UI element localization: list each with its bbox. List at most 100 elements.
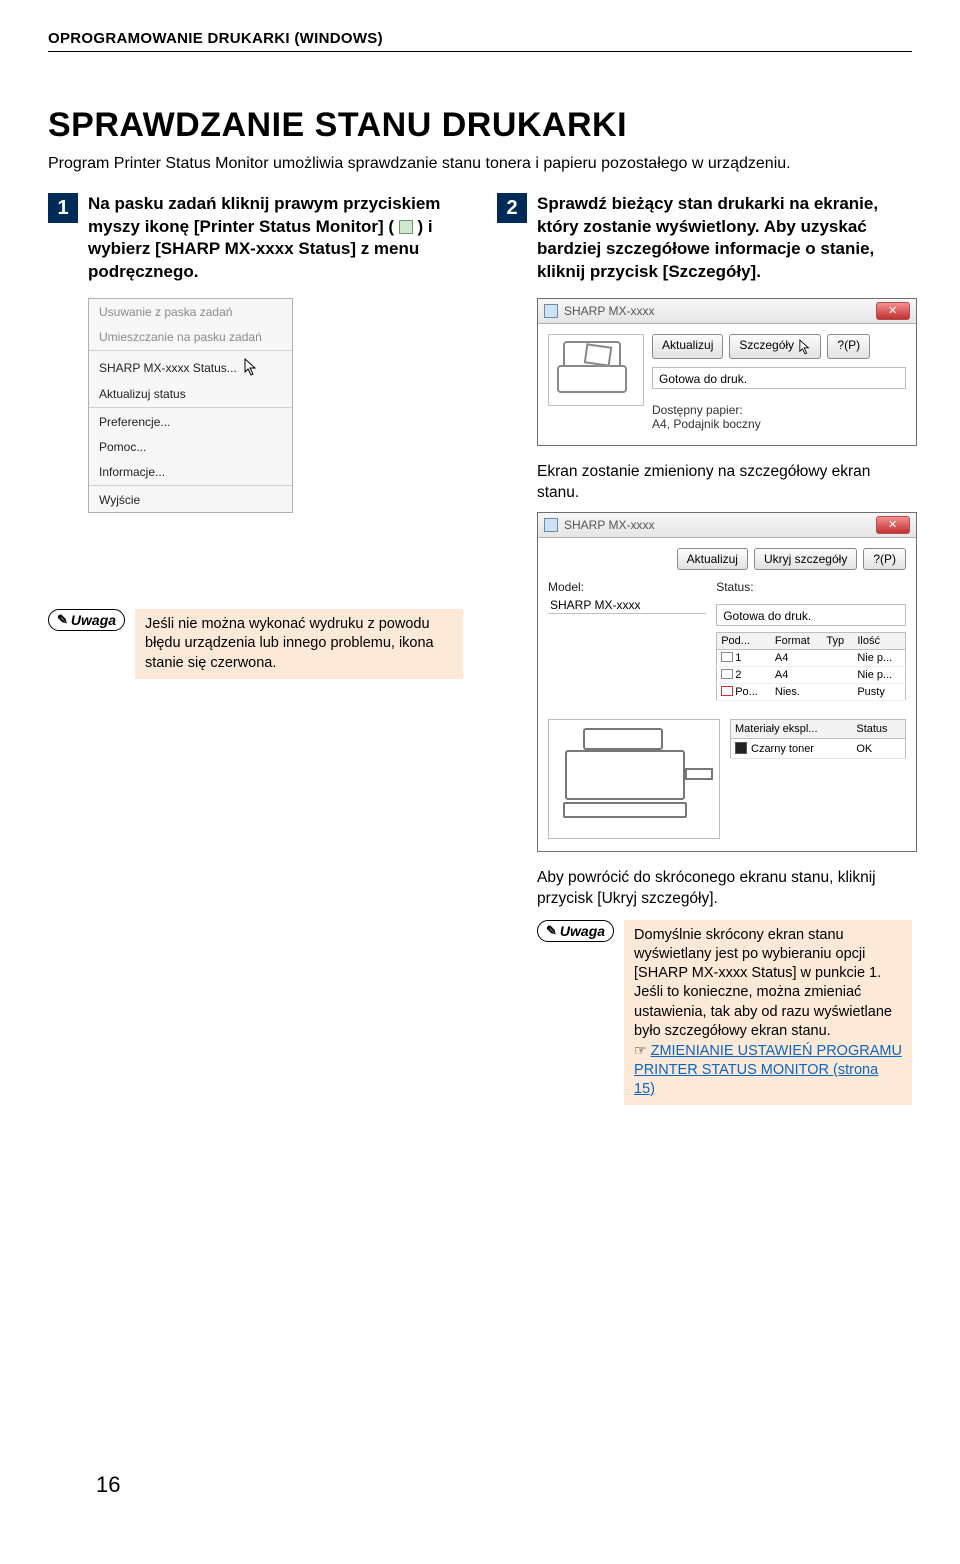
step-1-text: Na pasku zadań kliknij prawym przyciskie… <box>88 193 463 285</box>
cursor-icon <box>244 358 258 376</box>
cell: Czarny toner <box>751 743 814 755</box>
ctx-item[interactable]: Aktualizuj status <box>89 381 292 406</box>
note-1: ✎ Uwaga Jeśli nie można wykonać wydruku … <box>48 609 463 678</box>
help-button[interactable]: ?(P) <box>863 548 906 570</box>
toner-icon <box>735 742 747 754</box>
th-tray: Pod... <box>717 633 771 650</box>
cell <box>822 684 853 701</box>
step-2-number: 2 <box>497 193 527 223</box>
note-label: ✎ Uwaga <box>537 920 614 942</box>
cell: Po... <box>735 686 758 698</box>
cell: A4 <box>771 650 823 667</box>
note-label: ✎ Uwaga <box>48 609 125 631</box>
tray-icon <box>721 652 733 662</box>
menu-separator <box>89 485 292 486</box>
step-1-before: Na pasku zadań kliknij prawym przyciskie… <box>88 194 440 236</box>
cell: 2 <box>735 669 741 681</box>
pencil-icon: ✎ <box>546 923 557 939</box>
note-2-body: Domyślnie skrócony ekran stanu wyświetla… <box>624 920 912 1105</box>
ctx-item[interactable]: Wyjście <box>89 487 292 512</box>
window-icon <box>544 518 558 532</box>
ctx-item-selected[interactable]: SHARP MX-xxxx Status... <box>89 352 292 381</box>
close-icon[interactable] <box>876 516 910 534</box>
step-1-number: 1 <box>48 193 78 223</box>
status-window-small: SHARP MX-xxxx Aktualizuj Szczegóły <box>537 298 917 446</box>
note-1-body: Jeśli nie można wykonać wydruku z powodu… <box>135 609 463 678</box>
ctx-item[interactable]: Umieszczanie na pasku zadań <box>89 324 292 349</box>
tray-open-icon <box>721 686 733 696</box>
window-titlebar: SHARP MX-xxxx <box>538 299 916 324</box>
window-title-text: SHARP MX-xxxx <box>564 304 870 318</box>
intro-text: Program Printer Status Monitor umożliwia… <box>48 153 912 175</box>
printer-diagram-icon <box>548 719 720 839</box>
note-label-text: Uwaga <box>71 612 116 628</box>
ctx-item[interactable]: Pomoc... <box>89 434 292 459</box>
tray-row: 1 A4 Nie p... <box>717 650 906 667</box>
pencil-icon: ✎ <box>57 612 68 628</box>
menu-separator <box>89 407 292 408</box>
printer-status-tray-icon <box>399 220 413 234</box>
paper-value: A4, Podajnik boczny <box>652 417 906 431</box>
step-2-text: Sprawdź bieżący stan drukarki na ekranie… <box>537 193 912 285</box>
status-label: Status: <box>716 580 906 594</box>
cell: Nies. <box>771 684 823 701</box>
step-1: 1 Na pasku zadań kliknij prawym przycisk… <box>48 193 463 285</box>
tray-row: Po... Nies. Pusty <box>717 684 906 701</box>
model-label: Model: <box>548 580 706 594</box>
window-title-text: SHARP MX-xxxx <box>564 518 870 532</box>
th-format: Format <box>771 633 823 650</box>
printer-thumb-icon <box>548 334 644 406</box>
refresh-button[interactable]: Aktualizuj <box>677 548 748 570</box>
status-window-detailed: SHARP MX-xxxx Aktualizuj Ukryj szczegóły… <box>537 512 917 852</box>
note-2: ✎ Uwaga Domyślnie skrócony ekran stanu w… <box>537 920 912 1105</box>
tray-row: 2 A4 Nie p... <box>717 667 906 684</box>
header-rule <box>48 51 912 52</box>
supplies-header: Materiały ekspl... Status <box>731 720 906 739</box>
help-button[interactable]: ?(P) <box>827 334 870 359</box>
window-icon <box>544 304 558 318</box>
status-value: Gotowa do druk. <box>716 604 906 626</box>
details-button-label: Szczegóły <box>739 338 794 352</box>
ctx-item[interactable]: Preferencje... <box>89 409 292 434</box>
supplies-table: Materiały ekspl... Status Czarny toner O… <box>730 719 906 759</box>
col2-intro: Ekran zostanie zmieniony na szczegółowy … <box>537 462 912 504</box>
cell <box>822 650 853 667</box>
context-menu: Usuwanie z paska zadań Umieszczanie na p… <box>88 298 293 513</box>
menu-separator <box>89 350 292 351</box>
cell: OK <box>852 739 905 759</box>
header-breadcrumb: OPROGRAMOWANIE DRUKARKI (WINDOWS) <box>48 30 912 47</box>
refresh-button[interactable]: Aktualizuj <box>652 334 723 359</box>
window-titlebar: SHARP MX-xxxx <box>538 513 916 538</box>
cell: 1 <box>735 652 741 664</box>
note-2-text: Domyślnie skrócony ekran stanu wyświetla… <box>634 927 892 1039</box>
cell: Pusty <box>853 684 905 701</box>
link-caret-icon: ☞ <box>634 1042 647 1058</box>
cell: Nie p... <box>853 667 905 684</box>
th-type: Typ <box>822 633 853 650</box>
ctx-item-label: SHARP MX-xxxx Status... <box>99 361 237 375</box>
tray-icon <box>721 669 733 679</box>
step-2: 2 Sprawdź bieżący stan drukarki na ekran… <box>497 193 912 285</box>
cell: Nie p... <box>853 650 905 667</box>
hide-details-button[interactable]: Ukryj szczegóły <box>754 548 857 570</box>
ctx-item[interactable]: Informacje... <box>89 459 292 484</box>
th-qty: Ilość <box>853 633 905 650</box>
page-number: 16 <box>96 1472 120 1498</box>
ctx-item[interactable]: Usuwanie z paska zadań <box>89 299 292 324</box>
close-icon[interactable] <box>876 302 910 320</box>
model-value: SHARP MX-xxxx <box>548 598 706 614</box>
tray-table: Pod... Format Typ Ilość 1 A4 Nie p... <box>716 632 906 701</box>
cell <box>822 667 853 684</box>
th-supply: Materiały ekspl... <box>731 720 853 739</box>
cursor-icon <box>799 339 811 355</box>
tray-table-header: Pod... Format Typ Ilość <box>717 633 906 650</box>
cell: A4 <box>771 667 823 684</box>
th-supply-status: Status <box>852 720 905 739</box>
note-label-text: Uwaga <box>560 923 605 939</box>
after-big-text: Aby powrócić do skróconego ekranu stanu,… <box>537 868 912 910</box>
paper-label: Dostępny papier: <box>652 403 906 417</box>
page-title: SPRAWDZANIE STANU DRUKARKI <box>48 106 912 145</box>
cross-ref-link[interactable]: ZMIENIANIE USTAWIEŃ PROGRAMU PRINTER STA… <box>634 1043 902 1097</box>
supply-row: Czarny toner OK <box>731 739 906 759</box>
details-button[interactable]: Szczegóły <box>729 334 821 359</box>
